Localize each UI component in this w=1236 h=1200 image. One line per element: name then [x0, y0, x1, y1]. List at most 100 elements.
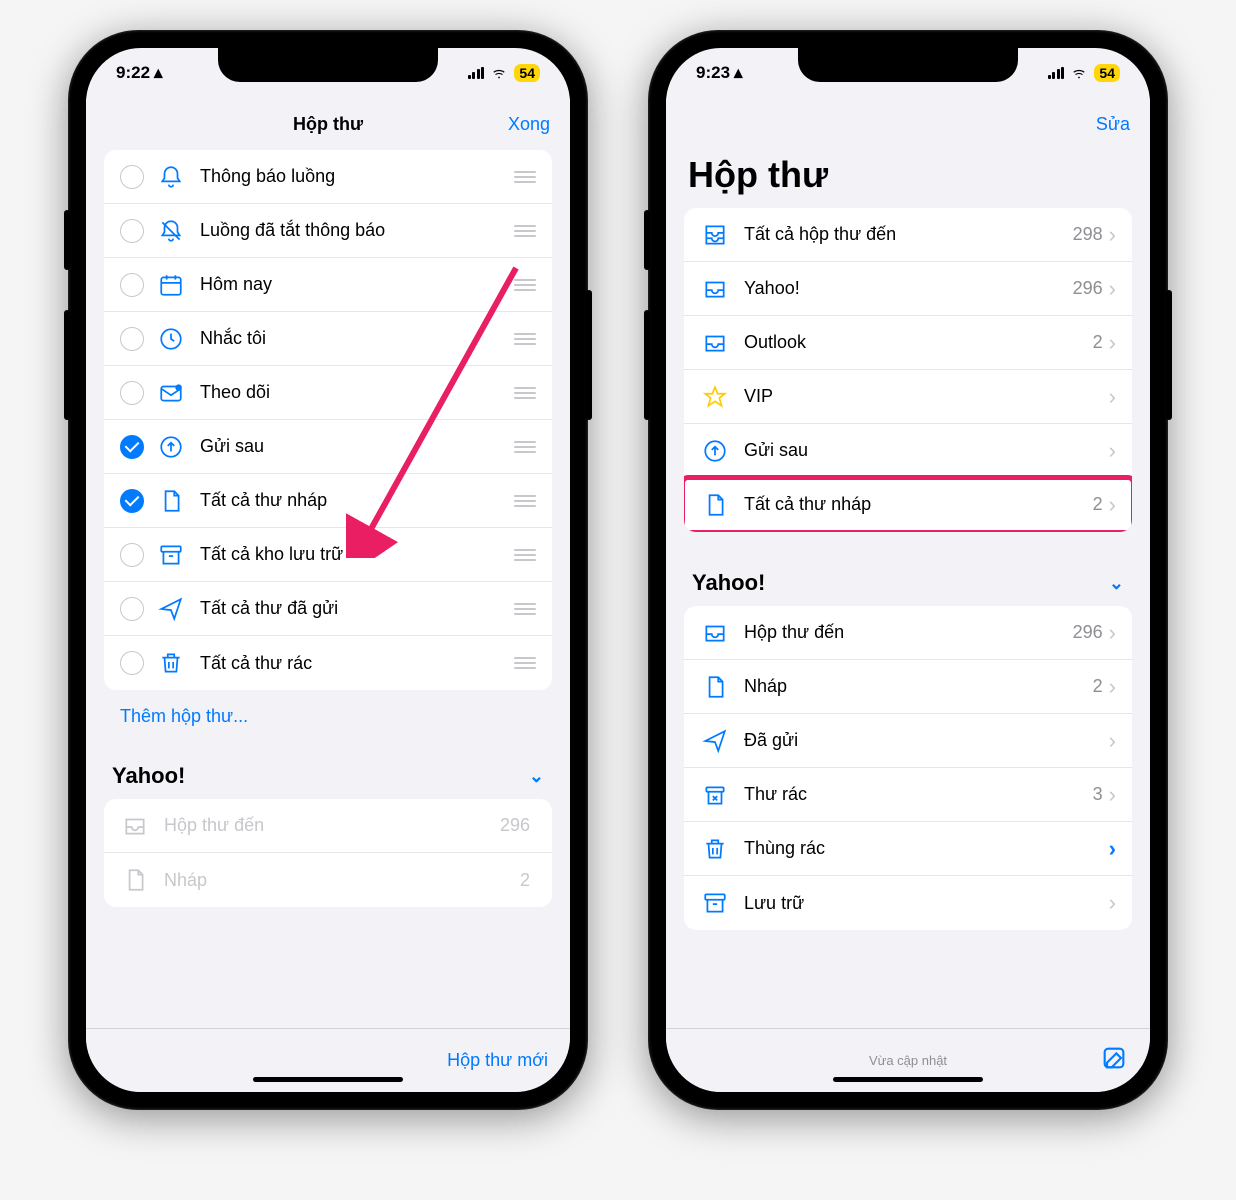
mailbox-row[interactable]: Yahoo! 296 ›: [684, 262, 1132, 316]
row-count: 296: [1073, 622, 1103, 643]
page-title: Hộp thư: [666, 150, 1150, 208]
row-label: Outlook: [744, 332, 1093, 353]
mailbox-option-row[interactable]: Tất cả kho lưu trữ: [104, 528, 552, 582]
mailbox-option-row[interactable]: Theo dõi: [104, 366, 552, 420]
row-count: 298: [1073, 224, 1103, 245]
drag-handle-icon[interactable]: [514, 387, 536, 399]
xmark-bin-icon: [700, 782, 730, 808]
new-mailbox-button[interactable]: Hộp thư mới: [447, 1050, 548, 1071]
mailbox-option-row[interactable]: Tất cả thư đã gửi: [104, 582, 552, 636]
checkbox[interactable]: [120, 597, 144, 621]
row-label: Tất cả kho lưu trữ: [200, 544, 514, 565]
doc-icon: [120, 867, 150, 893]
chevron-down-icon: ⌄: [1109, 573, 1124, 594]
mailbox-option-row[interactable]: Hôm nay: [104, 258, 552, 312]
chevron-right-icon: ›: [1109, 620, 1116, 646]
row-label: Tất cả thư nháp: [200, 490, 514, 511]
checkbox[interactable]: [120, 489, 144, 513]
drag-handle-icon[interactable]: [514, 549, 536, 561]
drag-handle-icon[interactable]: [514, 441, 536, 453]
checkbox[interactable]: [120, 381, 144, 405]
tray-up-icon: [700, 438, 730, 464]
row-label: Lưu trữ: [744, 893, 1109, 914]
checkbox[interactable]: [120, 219, 144, 243]
tray-icon: [120, 813, 150, 839]
folder-row[interactable]: Đã gửi ›: [684, 714, 1132, 768]
calendar-icon: [156, 272, 186, 298]
row-count: 2: [520, 870, 530, 891]
mailbox-list: Tất cả hộp thư đến 298 › Yahoo! 296 › Ou…: [684, 208, 1132, 532]
section-yahoo[interactable]: Yahoo! ⌄: [684, 552, 1132, 606]
tray-all-icon: [700, 222, 730, 248]
mailbox-option-row[interactable]: Tất cả thư nháp: [104, 474, 552, 528]
home-indicator[interactable]: [253, 1077, 403, 1082]
mailbox-row[interactable]: Tất cả thư nháp 2 ›: [684, 478, 1132, 532]
chevron-right-icon: ›: [1109, 384, 1116, 410]
drag-handle-icon[interactable]: [514, 171, 536, 183]
battery-icon: 54: [514, 64, 540, 82]
chevron-right-icon: ›: [1109, 674, 1116, 700]
phone-right: 9:23▴ 54 Sửa Hộp thư Tất cả hộp thư đến …: [648, 30, 1168, 1110]
row-label: Thông báo luồng: [200, 166, 514, 187]
row-count: 3: [1093, 784, 1103, 805]
drag-handle-icon[interactable]: [514, 495, 536, 507]
mailbox-row[interactable]: Gửi sau ›: [684, 424, 1132, 478]
done-button[interactable]: Xong: [490, 114, 550, 135]
notch: [798, 48, 1018, 82]
chevron-right-icon: ›: [1109, 836, 1116, 862]
drag-handle-icon[interactable]: [514, 657, 536, 669]
row-label: Yahoo!: [744, 278, 1073, 299]
row-label: Gửi sau: [200, 436, 514, 457]
chevron-right-icon: ›: [1109, 222, 1116, 248]
checkbox[interactable]: [120, 165, 144, 189]
drag-handle-icon[interactable]: [514, 225, 536, 237]
mailbox-row[interactable]: Outlook 2 ›: [684, 316, 1132, 370]
compose-button[interactable]: [1100, 1044, 1128, 1077]
row-label: Gửi sau: [744, 440, 1109, 461]
checkbox[interactable]: [120, 273, 144, 297]
signal-icon: [468, 67, 485, 79]
checkbox[interactable]: [120, 651, 144, 675]
folder-row[interactable]: Hộp thư đến 296 ›: [684, 606, 1132, 660]
drag-handle-icon[interactable]: [514, 603, 536, 615]
folder-row[interactable]: Lưu trữ ›: [684, 876, 1132, 930]
edit-button[interactable]: Sửa: [1070, 114, 1130, 135]
drag-handle-icon[interactable]: [514, 279, 536, 291]
mailbox-row[interactable]: Tất cả hộp thư đến 298 ›: [684, 208, 1132, 262]
mailbox-row[interactable]: VIP ›: [684, 370, 1132, 424]
paperplane-icon: [700, 728, 730, 754]
paperplane-icon: [156, 596, 186, 622]
yahoo-sublist: Hộp thư đến 296 Nháp 2: [104, 799, 552, 907]
folder-row[interactable]: Thư rác 3 ›: [684, 768, 1132, 822]
yahoo-folders: Hộp thư đến 296 › Nháp 2 › Đã gửi › Thư …: [684, 606, 1132, 930]
star-icon: [700, 384, 730, 410]
mailbox-option-row[interactable]: Luồng đã tắt thông báo: [104, 204, 552, 258]
chevron-right-icon: ›: [1109, 728, 1116, 754]
chevron-right-icon: ›: [1109, 492, 1116, 518]
mailbox-option-row[interactable]: Thông báo luồng: [104, 150, 552, 204]
row-label: Thư rác: [744, 784, 1093, 805]
row-count: 2: [1093, 494, 1103, 515]
bell-slash-icon: [156, 218, 186, 244]
bottom-toolbar: Hộp thư mới: [86, 1028, 570, 1092]
notch: [218, 48, 438, 82]
drag-handle-icon[interactable]: [514, 333, 536, 345]
row-label: Tất cả hộp thư đến: [744, 224, 1073, 245]
mailbox-option-row[interactable]: Nhắc tôi: [104, 312, 552, 366]
phone-left: 9:22▴ 54 Hộp thư Xong Thông báo luồng Lu…: [68, 30, 588, 1110]
wifi-icon: [1070, 66, 1088, 80]
row-label: Tất cả thư đã gửi: [200, 598, 514, 619]
checkbox[interactable]: [120, 327, 144, 351]
home-indicator[interactable]: [833, 1077, 983, 1082]
checkbox[interactable]: [120, 435, 144, 459]
envelope-badge-icon: [156, 380, 186, 406]
mailbox-option-row[interactable]: Tất cả thư rác: [104, 636, 552, 690]
mailbox-option-row[interactable]: Gửi sau: [104, 420, 552, 474]
sync-status: Vừa cập nhật: [869, 1053, 947, 1068]
checkbox[interactable]: [120, 543, 144, 567]
folder-row[interactable]: Nháp 2 ›: [684, 660, 1132, 714]
folder-row[interactable]: Thùng rác ›: [684, 822, 1132, 876]
add-mailbox-link[interactable]: Thêm hộp thư...: [104, 690, 552, 745]
row-count: 296: [1073, 278, 1103, 299]
section-yahoo[interactable]: Yahoo! ⌄: [104, 745, 552, 799]
